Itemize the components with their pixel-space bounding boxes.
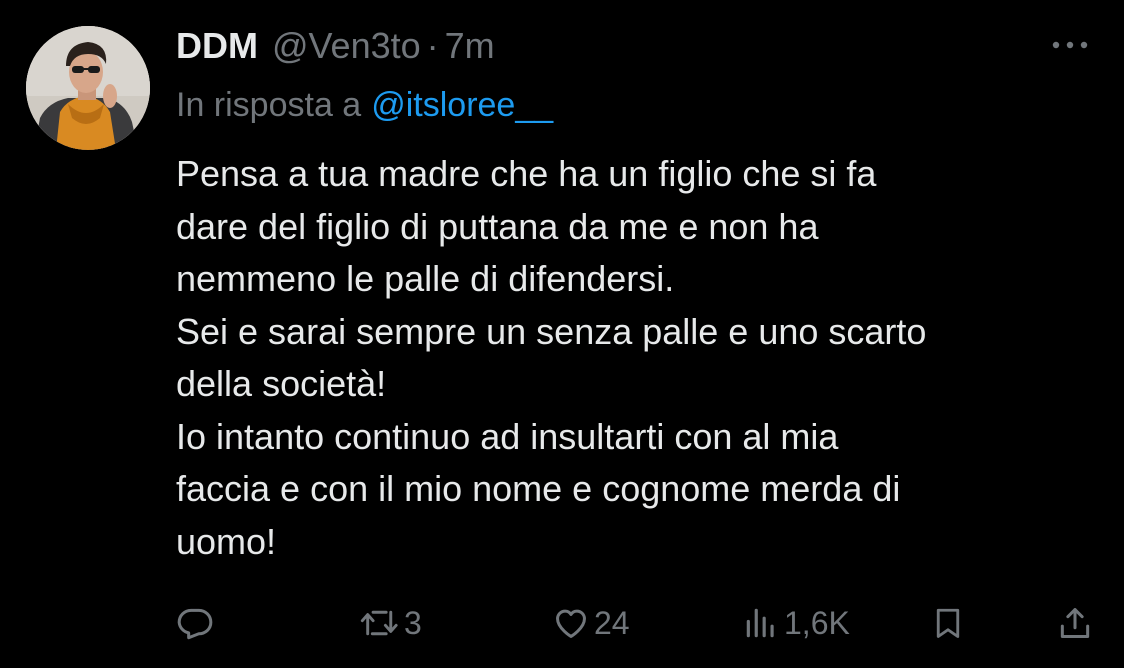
- reply-button[interactable]: [176, 598, 214, 648]
- timestamp[interactable]: 7m: [445, 25, 495, 67]
- display-name[interactable]: DDM: [176, 25, 258, 67]
- share-icon: [1060, 608, 1090, 638]
- retweet-count: 3: [404, 604, 422, 641]
- tweet-text-line: faccia e con il mio nome e cognome merda…: [176, 468, 901, 509]
- tweet-text-line: uomo!: [176, 520, 277, 562]
- tweet[interactable]: DDM @Ven3to · 7m In risposta a @itsloree…: [0, 0, 1124, 668]
- action-bar: 3 24 1,6K: [0, 598, 1124, 648]
- tweet-text-line: della società!: [176, 363, 387, 404]
- tweet-text: Pensa a tua madre che ha un figlio che s…: [176, 148, 1096, 568]
- tweet-text-line: Io intanto continuo ad insultarti con al…: [176, 415, 839, 457]
- user-handle[interactable]: @Ven3to: [272, 25, 421, 67]
- like-button[interactable]: 24: [552, 598, 630, 648]
- tweet-text-line: Pensa a tua madre che ha un figlio che s…: [176, 153, 877, 194]
- like-count: 24: [594, 604, 630, 641]
- heart-icon: [556, 609, 586, 638]
- bookmark-button[interactable]: [930, 598, 966, 648]
- avatar[interactable]: [26, 26, 150, 150]
- tweet-text-line: dare del figlio di puttana da me e non h…: [176, 205, 819, 247]
- views-icon: [746, 608, 774, 638]
- retweet-icon: [360, 610, 398, 636]
- retweet-button[interactable]: 3: [360, 598, 422, 648]
- separator-dot: ·: [426, 25, 439, 66]
- avatar-image: [26, 26, 150, 150]
- more-icon[interactable]: [1046, 30, 1094, 60]
- tweet-text-line: nemmeno le palle di difendersi.: [176, 258, 675, 299]
- bookmark-icon: [936, 608, 960, 638]
- views-button[interactable]: 1,6K: [742, 598, 850, 648]
- tweet-text-line: Sei e sarai sempre un senza palle e uno …: [176, 310, 927, 352]
- reply-mention-link[interactable]: @itsloree__: [371, 86, 553, 125]
- views-count: 1,6K: [784, 604, 850, 641]
- tweet-header: DDM @Ven3to · 7m: [176, 22, 495, 70]
- reply-prefix: In risposta a: [176, 85, 362, 124]
- share-button[interactable]: [1056, 598, 1094, 648]
- reply-context: In risposta a @itsloree__: [176, 82, 553, 128]
- reply-icon: [177, 608, 213, 640]
